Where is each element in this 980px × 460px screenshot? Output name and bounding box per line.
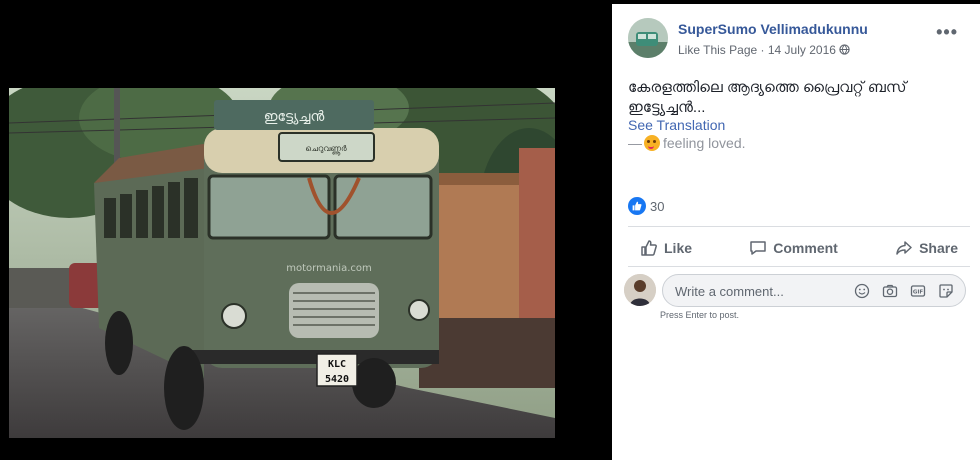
action-bar: Like Comment Share <box>628 230 970 266</box>
comment-icon <box>750 241 767 255</box>
share-button[interactable]: Share <box>883 232 970 264</box>
divider-top <box>628 226 970 227</box>
post-header: SuperSumo Vellimadukunnu Like This Page … <box>628 18 958 62</box>
bus-name-board-text: ഇട്ട്യേച്ചൻ <box>264 109 325 125</box>
bus-photo-illustration: ഇട്ട്യേച്ചൻ ചെറുവണ്ണൂർ motormania.com KL… <box>9 88 555 438</box>
meta-separator: · <box>760 43 765 57</box>
comment-input[interactable] <box>675 282 835 300</box>
share-button-label: Share <box>919 240 958 256</box>
page-name-link[interactable]: SuperSumo Vellimadukunnu <box>678 21 868 37</box>
user-avatar[interactable] <box>624 274 656 306</box>
press-enter-hint: Press Enter to post. <box>660 310 740 320</box>
feeling-activity: — feeling loved. <box>628 135 746 151</box>
post-text-line-2: ഇട്ട്യേച്ചൻ... <box>628 99 706 116</box>
sidebar-edge <box>970 4 980 460</box>
post-text-line-1: കേരളത്തിലെ ആദ്യത്തെ പ്രൈവറ്റ് ബസ് <box>628 79 907 96</box>
photo-watermark: motormania.com <box>286 263 371 274</box>
reaction-count: 30 <box>650 198 665 214</box>
emoji-icon[interactable] <box>853 282 871 300</box>
comment-tools: GIF <box>853 282 955 300</box>
comment-button[interactable]: Comment <box>737 232 850 264</box>
comment-composer: GIF <box>624 274 970 310</box>
loved-emoji-icon <box>644 135 660 151</box>
plate-line-2: 5420 <box>325 374 349 385</box>
camera-icon[interactable] <box>881 282 899 300</box>
post-photo[interactable]: ഇട്ട്യേച്ചൻ ചെറുവണ്ണൂർ motormania.com KL… <box>9 88 555 438</box>
feeling-dash: — <box>628 135 642 151</box>
post-meta: Like This Page · 14 July 2016 <box>678 43 850 57</box>
user-avatar-image <box>624 274 656 306</box>
like-reaction-icon <box>628 197 646 215</box>
feeling-text: feeling loved. <box>663 135 746 151</box>
like-this-page-link[interactable]: Like This Page <box>678 43 757 57</box>
gif-icon[interactable]: GIF <box>909 282 927 300</box>
share-icon <box>896 241 912 255</box>
like-button-label: Like <box>664 240 693 256</box>
divider-bottom <box>628 266 970 267</box>
post-sidebar: SuperSumo Vellimadukunnu Like This Page … <box>612 4 970 460</box>
sticker-icon[interactable] <box>937 282 955 300</box>
more-options-icon[interactable]: ••• <box>936 22 958 43</box>
page-avatar[interactable] <box>628 18 668 58</box>
comment-box[interactable]: GIF <box>662 274 966 307</box>
photo-pane: ഇട്ട്യേച്ചൻ ചെറുവണ്ണൂർ motormania.com KL… <box>0 0 612 460</box>
reaction-summary[interactable]: 30 <box>628 197 664 215</box>
svg-text:GIF: GIF <box>913 290 924 296</box>
photo-viewer: ഇട്ട്യേച്ചൻ ചെറുവണ്ണൂർ motormania.com KL… <box>0 0 980 460</box>
see-translation-link[interactable]: See Translation <box>628 117 725 133</box>
post-message: കേരളത്തിലെ ആദ്യത്തെ പ്രൈവറ്റ് ബസ് ഇട്ട്യ… <box>628 78 948 118</box>
page-avatar-image <box>628 18 668 58</box>
comment-button-label: Comment <box>773 240 838 256</box>
post-date[interactable]: 14 July 2016 <box>768 43 836 57</box>
public-globe-icon <box>839 43 850 57</box>
like-button[interactable]: Like <box>628 232 704 264</box>
like-icon <box>641 240 657 256</box>
plate-line-1: KLC <box>328 359 346 370</box>
